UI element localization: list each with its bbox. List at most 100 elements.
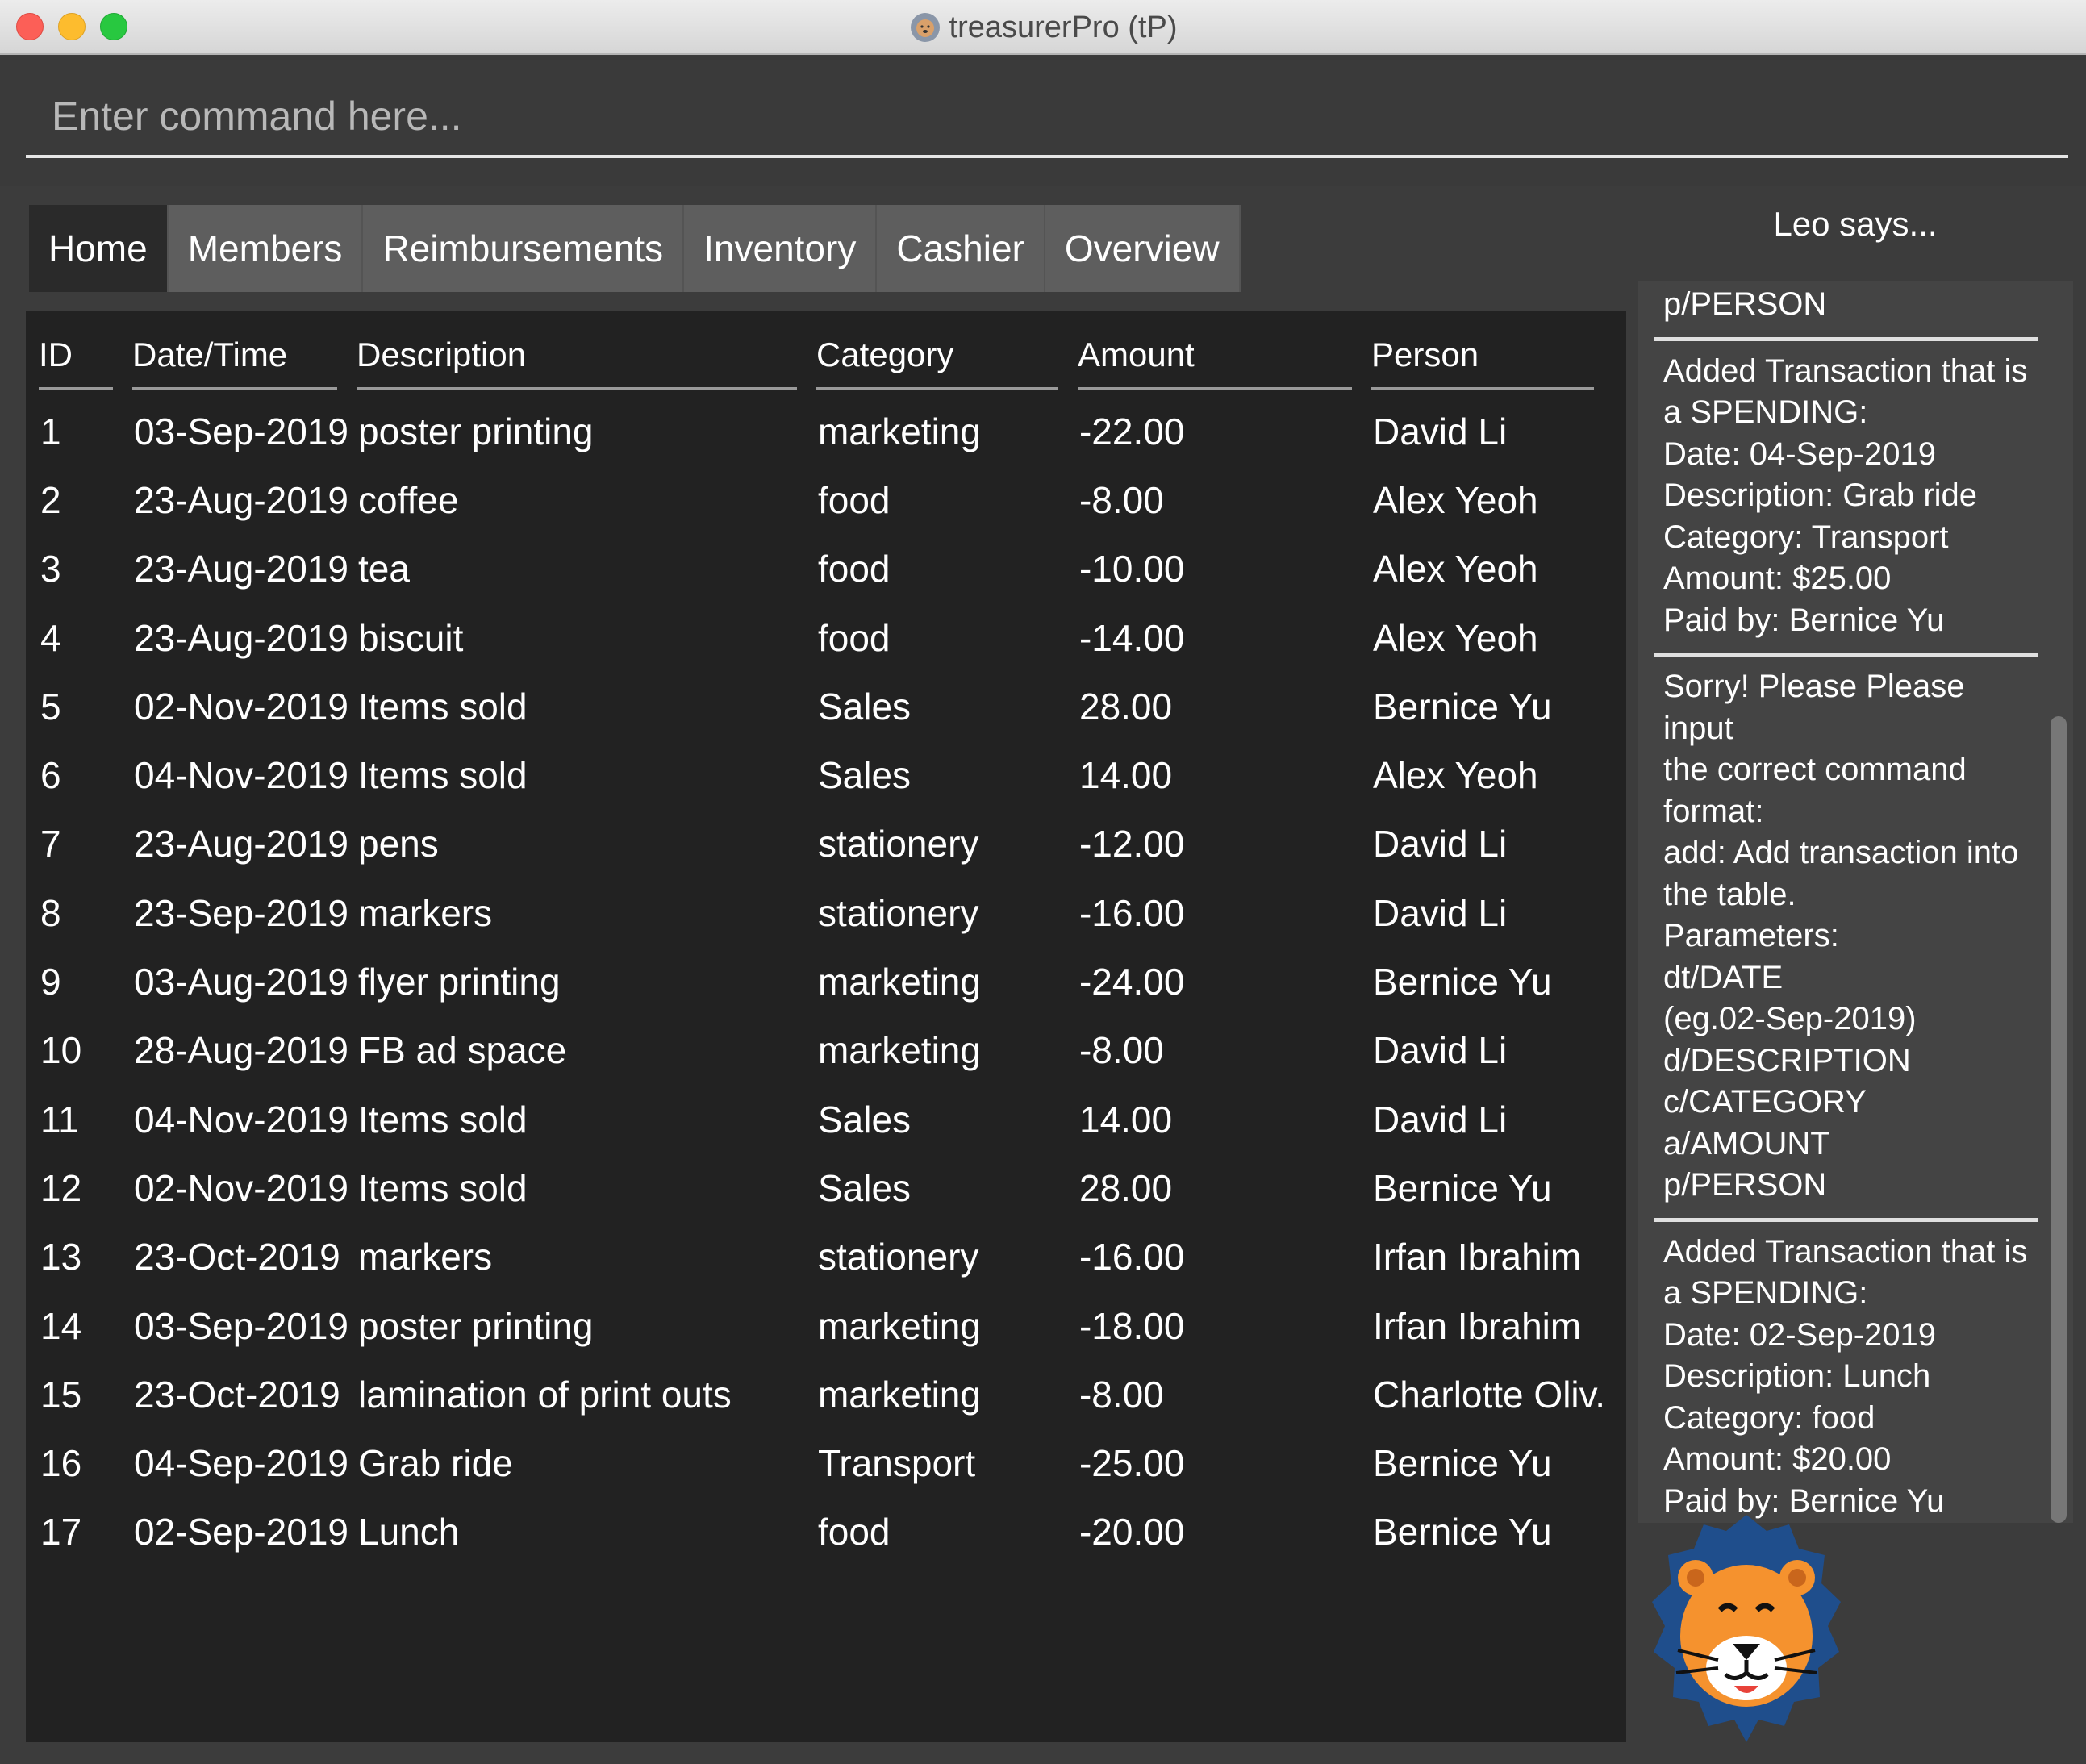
message-line: Sorry! Please Please input — [1663, 669, 1965, 746]
cell-description: FB ad space — [357, 1029, 567, 1072]
message-scrollbar[interactable] — [2051, 716, 2067, 1523]
message-line: Description: Lunch — [1663, 1358, 1931, 1394]
cell-amount: -20.00 — [1078, 1511, 1185, 1553]
column-header-description[interactable]: Description — [352, 327, 811, 397]
app-window: treasurerPro (tP) HomeMembersReimburseme… — [0, 0, 2086, 1764]
assistant-message: Added Transaction that is a SPENDING: Date… — [1654, 1222, 2038, 1524]
cell-description: Items sold — [357, 754, 528, 797]
cell-id: 3 — [40, 548, 61, 590]
column-header-id[interactable]: ID — [34, 327, 127, 397]
lion-app-icon — [910, 13, 940, 42]
cell-description: poster printing — [357, 410, 594, 452]
tab-overview[interactable]: Overview — [1045, 205, 1241, 292]
cell-category: Sales — [817, 1166, 912, 1209]
column-header-category[interactable]: Category — [811, 327, 1073, 397]
message-line: the correct command — [1663, 752, 1967, 787]
table-row[interactable]: 11 04-Nov-2019 Items sold Sales 14.00 David L… — [34, 1085, 1608, 1153]
table-row[interactable]: 14 03-Sep-2019 poster printing marketing -18… — [34, 1291, 1608, 1360]
message-line: Paid by: Bernice Yu — [1663, 602, 1945, 638]
cell-date: 03-Aug-2019 — [134, 961, 348, 1003]
cell-date: 23-Aug-2019 — [134, 823, 348, 865]
message-line: Added Transaction that is — [1663, 352, 2028, 389]
cell-person: Bernice Yu — [1372, 1166, 1552, 1209]
table-row[interactable]: 6 04-Nov-2019 Items sold Sales 14.00 Alex Yeo… — [34, 740, 1608, 809]
cell-date: 02-Nov-2019 — [134, 1166, 348, 1209]
cell-id: 14 — [40, 1304, 82, 1347]
table-row[interactable]: 12 02-Nov-2019 Items sold Sales 28.00 Bernice… — [34, 1153, 1608, 1222]
cell-description: flyer printing — [357, 961, 561, 1003]
assistant-message: p/PERSON — [1654, 281, 2038, 341]
tab-reimbursements[interactable]: Reimbursements — [363, 205, 685, 292]
table-row[interactable]: 17 02-Sep-2019 Lunch food -20.00 Bernice Yu — [34, 1498, 1608, 1566]
message-list: p/PERSON Added Transaction that is a SPEND… — [1654, 281, 2038, 1523]
message-line: p/PERSON — [1663, 286, 1827, 322]
table-row[interactable]: 8 23-Sep-2019 markers stationery -16.00 David… — [34, 878, 1608, 947]
cell-date: 04-Nov-2019 — [134, 754, 348, 797]
table-header-row: ID Date/Time Description Category Amount… — [34, 327, 1608, 397]
table-row[interactable]: 4 23-Aug-2019 biscuit food -14.00 Alex Yeoh — [34, 603, 1608, 672]
cell-amount: 28.00 — [1078, 1166, 1173, 1209]
cell-person: Alex Yeoh — [1372, 616, 1538, 659]
column-header-date[interactable]: Date/Time — [127, 327, 352, 397]
table-row[interactable]: 9 03-Aug-2019 flyer printing marketing -24.0… — [34, 947, 1608, 1015]
column-header-amount[interactable]: Amount — [1073, 327, 1366, 397]
cell-description: pens — [357, 823, 439, 865]
cell-description: coffee — [357, 478, 459, 521]
cell-amount: -10.00 — [1078, 548, 1185, 590]
cell-id: 8 — [40, 891, 61, 934]
cell-category: food — [817, 548, 891, 590]
cell-date: 23-Sep-2019 — [134, 891, 348, 934]
table-row[interactable]: 5 02-Nov-2019 Items sold Sales 28.00 Bernice … — [34, 672, 1608, 740]
tab-cashier[interactable]: Cashier — [877, 205, 1045, 292]
column-header-person[interactable]: Person — [1366, 327, 1608, 397]
table-row[interactable]: 13 23-Oct-2019 markers stationery -16.00 Irfa… — [34, 1223, 1608, 1291]
table-row[interactable]: 7 23-Aug-2019 pens stationery -12.00 David Li — [34, 810, 1608, 878]
table-row[interactable]: 2 23-Aug-2019 coffee food -8.00 Alex Yeoh — [34, 465, 1608, 534]
message-line: Description: Grab ride — [1663, 477, 1978, 513]
lion-mascot-icon — [1652, 1515, 1841, 1742]
cell-person: Charlotte Oliv... — [1372, 1373, 1608, 1416]
cell-id: 2 — [40, 478, 61, 521]
cell-date: 28-Aug-2019 — [134, 1029, 348, 1072]
cell-id: 4 — [40, 616, 61, 659]
cell-date: 23-Oct-2019 — [134, 1373, 340, 1416]
table-row[interactable]: 3 23-Aug-2019 tea food -10.00 Alex Yeoh — [34, 535, 1608, 603]
cell-description: Grab ride — [357, 1442, 513, 1485]
cell-amount: 14.00 — [1078, 754, 1173, 797]
message-line: Date: 02-Sep-2019 — [1663, 1316, 1937, 1353]
cell-date: 23-Aug-2019 — [134, 478, 348, 521]
table-row[interactable]: 16 04-Sep-2019 Grab ride Transport -25.00 Ber… — [34, 1428, 1608, 1497]
cell-category: marketing — [817, 961, 981, 1003]
title-bar: treasurerPro (tP) — [0, 0, 2086, 55]
table-row[interactable]: 10 28-Aug-2019 FB ad space marketing -8.00 Da… — [34, 1016, 1608, 1085]
cell-date: 03-Sep-2019 — [134, 1304, 348, 1347]
message-line: add: Add transaction into — [1663, 835, 2019, 870]
cell-id: 11 — [40, 1098, 79, 1141]
message-line: Amount: $20.00 — [1663, 1441, 1892, 1477]
cell-id: 10 — [40, 1029, 82, 1072]
cell-id: 12 — [40, 1166, 82, 1209]
tab-members[interactable]: Members — [168, 205, 364, 292]
table-row[interactable]: 1 03-Sep-2019 poster printing marketing -22.… — [34, 397, 1608, 465]
cell-person: Alex Yeoh — [1372, 548, 1538, 590]
cell-description: Items sold — [357, 1098, 528, 1141]
cell-amount: -16.00 — [1078, 1236, 1185, 1278]
cell-description: poster printing — [357, 1304, 594, 1347]
cell-date: 23-Oct-2019 — [134, 1236, 340, 1278]
cell-amount: -18.00 — [1078, 1304, 1185, 1347]
tab-inventory[interactable]: Inventory — [684, 205, 878, 292]
message-line: Category: food — [1663, 1399, 1875, 1436]
tab-home[interactable]: Home — [29, 205, 169, 292]
cell-person: Alex Yeoh — [1372, 754, 1538, 797]
table-row[interactable]: 15 23-Oct-2019 lamination of print outs mar… — [34, 1360, 1608, 1428]
cell-person: Bernice Yu — [1372, 685, 1552, 728]
assistant-message-box[interactable]: p/PERSON Added Transaction that is a SPEND… — [1638, 281, 2073, 1523]
message-line: Date: 04-Sep-2019 — [1663, 436, 1937, 472]
cell-amount: -8.00 — [1078, 1373, 1164, 1416]
tab-bar: Home Members Reimbursements Inventory Cashie… — [29, 205, 1241, 292]
command-input[interactable] — [26, 77, 2068, 158]
window-title: treasurerPro (tP) — [949, 10, 1178, 44]
cell-description: biscuit — [357, 616, 464, 659]
cell-person: Bernice Yu — [1372, 1511, 1552, 1553]
cell-category: marketing — [817, 410, 981, 452]
